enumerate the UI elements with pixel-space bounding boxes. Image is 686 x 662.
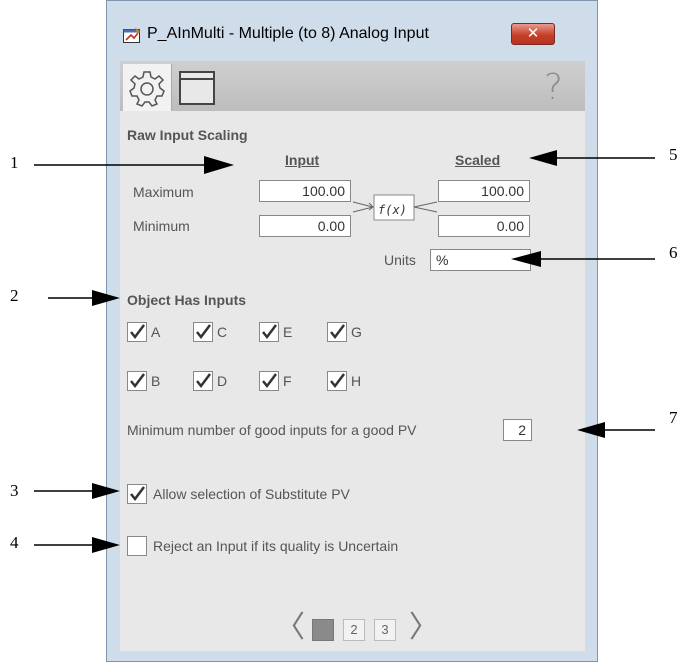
arrow-7-head bbox=[577, 422, 605, 438]
arrow-4-head bbox=[92, 537, 120, 553]
callout-arrows bbox=[34, 150, 655, 553]
arrow-2-head bbox=[92, 290, 120, 306]
arrow-5-head bbox=[529, 150, 557, 166]
arrow-1-head bbox=[204, 156, 234, 174]
arrow-6-head bbox=[511, 251, 541, 267]
arrow-3-head bbox=[92, 483, 120, 499]
